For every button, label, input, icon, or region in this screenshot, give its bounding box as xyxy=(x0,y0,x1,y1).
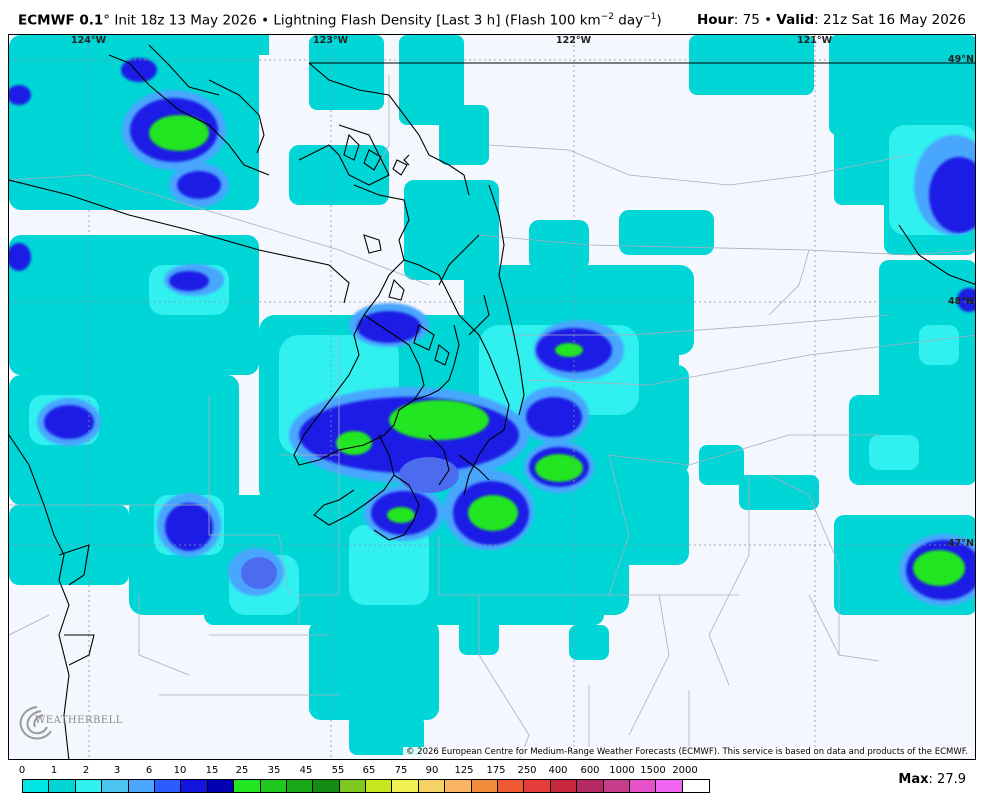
legend-tick-label: 2000 xyxy=(672,765,698,776)
legend-swatch xyxy=(128,780,155,792)
legend-swatch xyxy=(234,780,261,792)
legend-swatch xyxy=(75,780,103,792)
legend-swatch xyxy=(313,780,340,792)
map-panel[interactable]: 124°W 123°W 122°W 121°W 49°N 48°N 47°N W… xyxy=(8,34,976,760)
legend-tick-label: 400 xyxy=(548,765,568,776)
legend-tick-label: 90 xyxy=(425,765,439,776)
legend-tick-label: 55 xyxy=(331,765,345,776)
legend-swatch xyxy=(629,780,657,792)
legend-swatch xyxy=(154,780,182,792)
lat-label-49n: 49°N xyxy=(948,54,974,65)
map-title: ECMWF 0.1° Init 18z 13 May 2026 • Lightn… xyxy=(18,12,662,29)
legend-swatch xyxy=(445,780,472,792)
legend-tick-label: 3 xyxy=(113,765,121,776)
legend-swatch xyxy=(392,780,419,792)
legend-tick-label: 2 xyxy=(82,765,90,776)
legend-swatch xyxy=(524,780,551,792)
legend-tick-label: 15 xyxy=(205,765,219,776)
legend-tick-label: 35 xyxy=(267,765,281,776)
legend-swatch xyxy=(682,780,710,792)
legend-tick-label: 175 xyxy=(486,765,506,776)
legend-tick-label: 1 xyxy=(50,765,58,776)
valid-date: : 21z Sat 16 May 2026 xyxy=(814,12,966,28)
lon-label-124w: 124°W xyxy=(71,35,107,46)
map-canvas xyxy=(9,35,975,759)
legend-swatch xyxy=(366,780,393,792)
legend-swatch xyxy=(49,780,76,792)
legend-tick-label: 10 xyxy=(173,765,187,776)
lon-label-122w: 122°W xyxy=(556,35,592,46)
copyright-notice: © 2026 European Centre for Medium-Range … xyxy=(402,747,971,757)
init-time: Init 18z 13 May 2026 xyxy=(114,12,257,29)
legend-swatch xyxy=(418,780,446,792)
legend-swatch xyxy=(23,780,50,792)
legend-swatch xyxy=(181,780,208,792)
forecast-hour: : 75 xyxy=(733,12,760,28)
logo-text: WEATHERBELL xyxy=(35,715,123,726)
legend-swatch xyxy=(577,780,604,792)
legend-swatch xyxy=(603,780,630,792)
legend-colorbar xyxy=(22,779,711,793)
valid-time: Hour: 75 • Valid: 21z Sat 16 May 2026 xyxy=(696,12,966,28)
legend-swatch xyxy=(498,780,525,792)
legend-tick-label: 1000 xyxy=(609,765,635,776)
legend-swatch xyxy=(339,780,367,792)
product-name: Lightning Flash Density [Last 3 h] (Flas… xyxy=(273,12,601,29)
legend-swatch xyxy=(550,780,578,792)
lat-label-48n: 48°N xyxy=(948,296,974,307)
legend-swatch xyxy=(260,780,287,792)
legend-swatch xyxy=(102,780,129,792)
legend-tick-label: 45 xyxy=(299,765,313,776)
lon-label-121w: 121°W xyxy=(797,35,833,46)
legend-tick-label: 600 xyxy=(580,765,600,776)
legend-tick-label: 75 xyxy=(394,765,408,776)
legend-tick-label: 1500 xyxy=(640,765,666,776)
lon-label-123w: 123°W xyxy=(313,35,349,46)
legend-tick-label: 250 xyxy=(517,765,537,776)
legend-tick-label: 25 xyxy=(235,765,249,776)
legend-tick-label: 0 xyxy=(18,765,26,776)
color-legend: 0 1 2 3 6 10 15 25 35 45 55 65 75 90 125 175 250 400 600 10… xyxy=(0,760,984,808)
model-name: ECMWF 0.1 xyxy=(18,12,104,29)
legend-swatch xyxy=(286,780,314,792)
legend-tick-label: 6 xyxy=(145,765,153,776)
legend-swatch xyxy=(207,780,235,792)
lat-label-47n: 47°N xyxy=(948,538,974,549)
legend-swatch xyxy=(656,780,683,792)
legend-tick-label: 65 xyxy=(362,765,376,776)
max-value: Max: 27.9 xyxy=(898,772,966,787)
header: ECMWF 0.1° Init 18z 13 May 2026 • Lightn… xyxy=(0,0,984,34)
weatherbell-logo: WEATHERBELL xyxy=(13,701,122,745)
legend-swatch xyxy=(471,780,499,792)
legend-tick-label: 125 xyxy=(454,765,474,776)
